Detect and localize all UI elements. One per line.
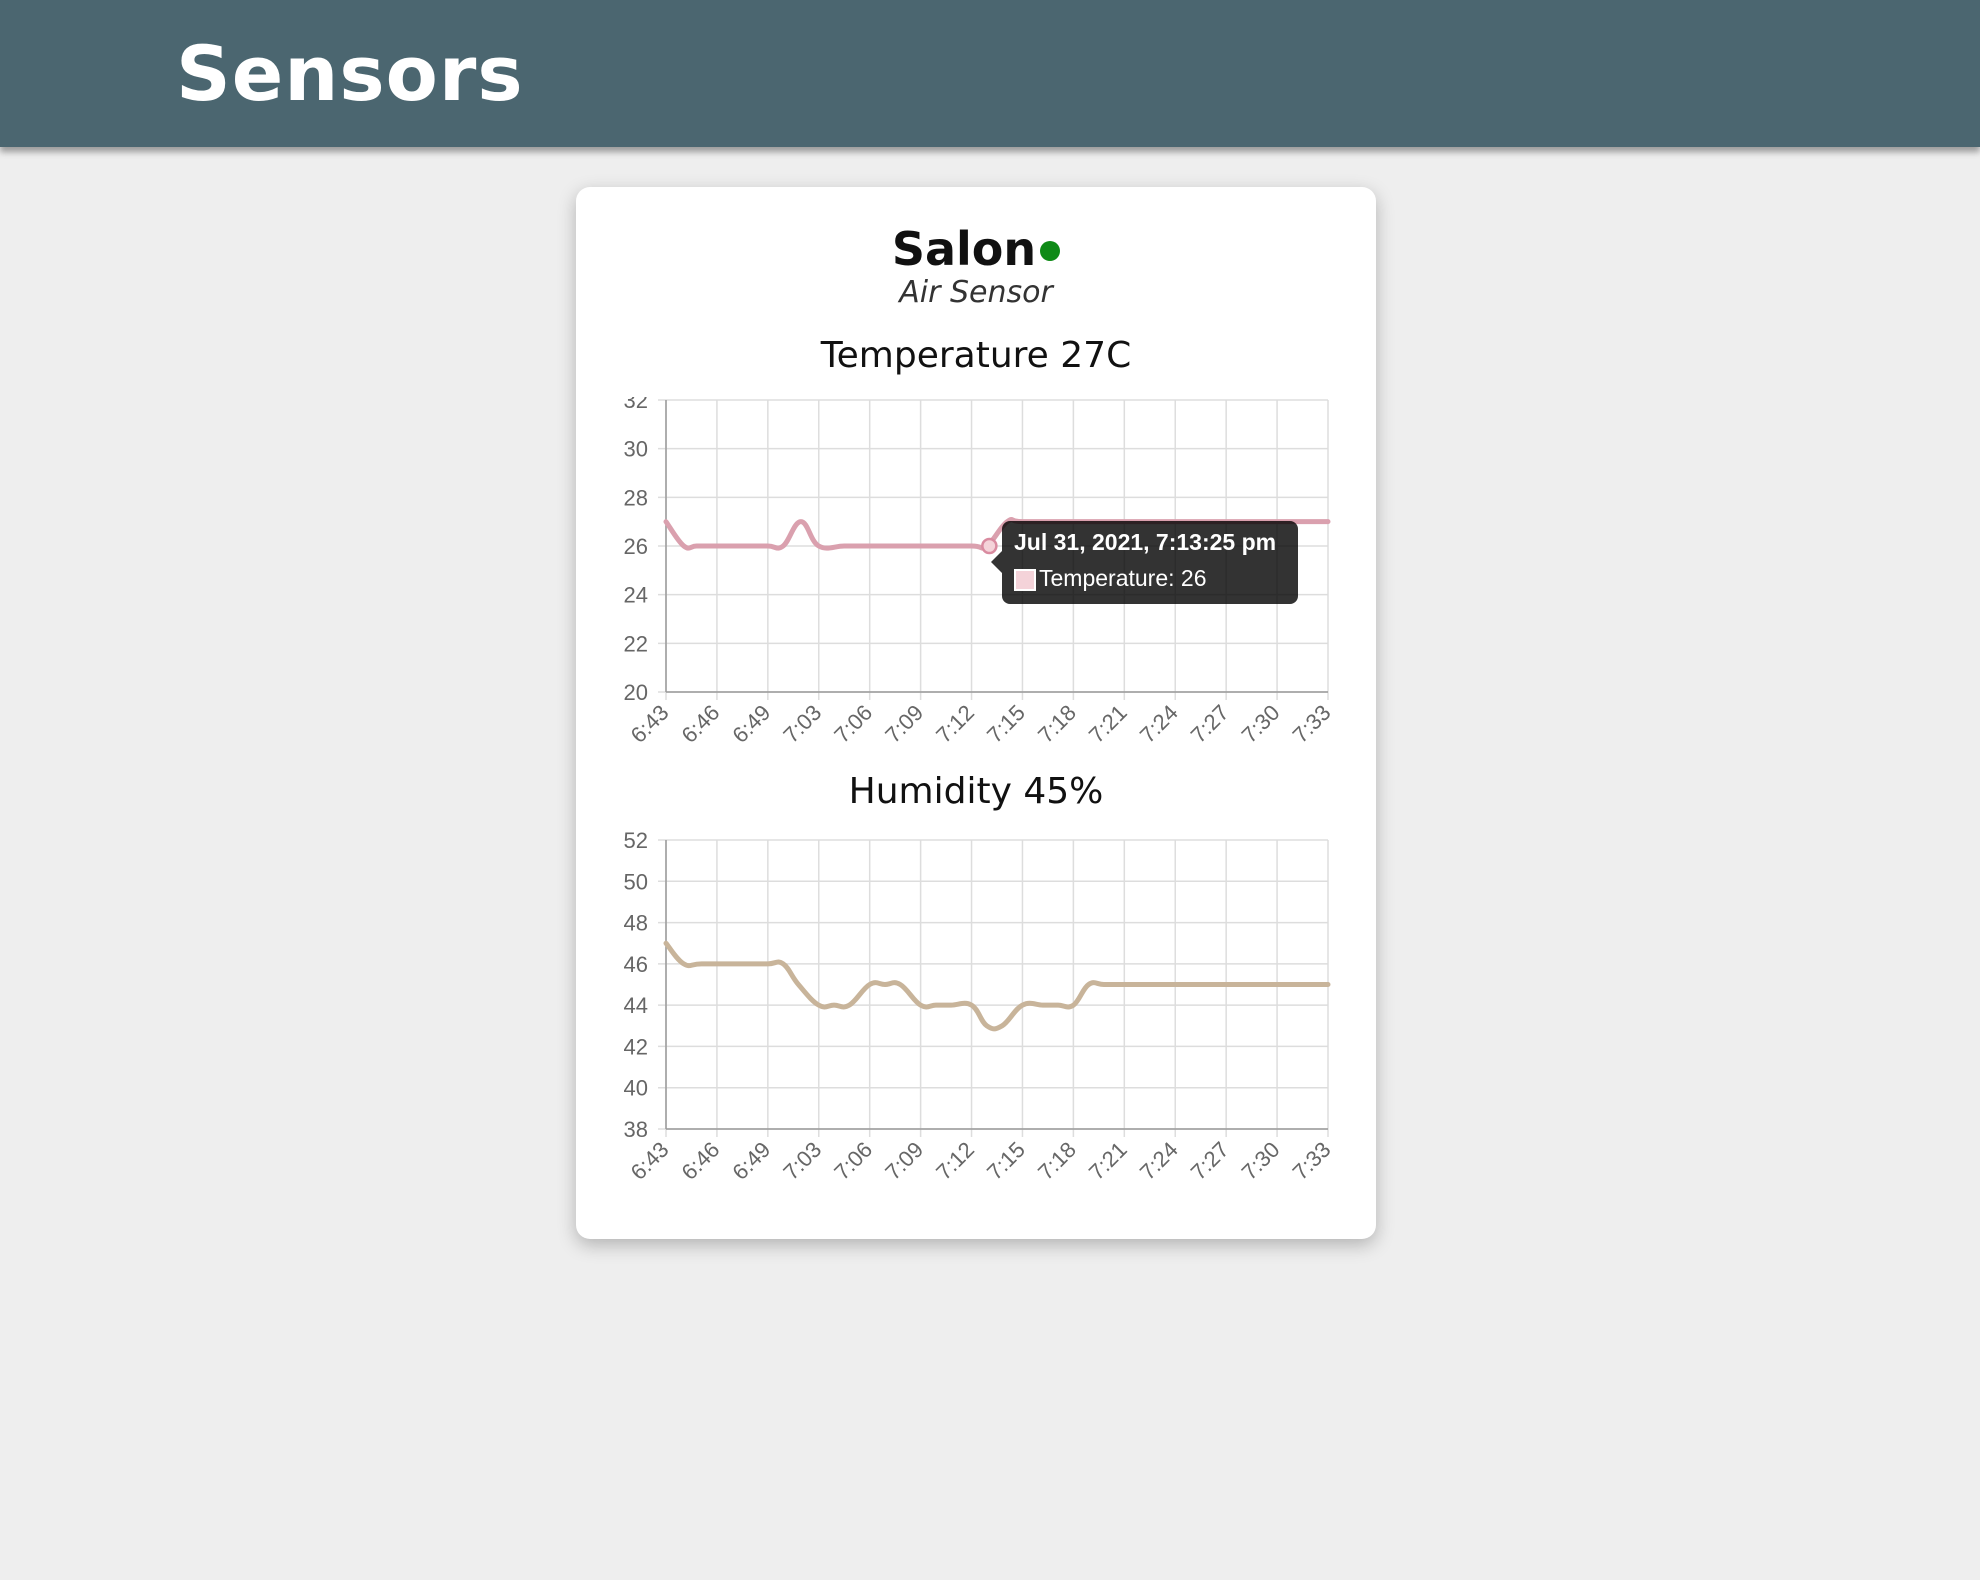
sensor-card: Salon Air Sensor Temperature 27C 20 22 24 2…	[576, 187, 1376, 1239]
online-dot-icon	[1040, 241, 1061, 261]
temperature-y-tick-label: 20	[624, 680, 648, 705]
temperature-x-tick-label: 7:21	[1084, 700, 1132, 748]
humidity-y-tick-label: 46	[624, 952, 648, 977]
humidity-series-line	[663, 940, 1331, 1032]
temperature-x-tick-label: 7:18	[1033, 700, 1081, 748]
humidity-y-tick-label: 44	[624, 993, 648, 1018]
humidity-x-tick-label: 7:03	[778, 1137, 826, 1185]
temperature-x-tick-label: 7:15	[982, 700, 1030, 748]
humidity-y-tick-label: 40	[624, 1076, 648, 1101]
tooltip-body: Temperature: 26	[1014, 565, 1206, 592]
tooltip-color-swatch	[1014, 569, 1036, 591]
humidity-x-tick-label: 6:46	[676, 1137, 724, 1185]
humidity-y-tick-label: 42	[624, 1034, 648, 1059]
temperature-y-tick-label: 26	[624, 534, 648, 559]
temperature-x-tick-label: 7:12	[931, 700, 979, 748]
sensor-name-row: Salon	[576, 219, 1376, 279]
humidity-x-tick-label: 7:15	[982, 1137, 1030, 1185]
temperature-x-tick-label: 6:49	[727, 700, 775, 748]
temperature-chart-title: Temperature 27C	[820, 335, 1132, 376]
humidity-x-tick-label: 6:49	[727, 1137, 775, 1185]
temperature-x-tick-label: 7:33	[1288, 700, 1336, 748]
humidity-y-tick-label: 50	[624, 869, 648, 894]
temperature-y-tick-label: 30	[624, 437, 648, 462]
temperature-y-tick-label: 32	[624, 397, 648, 413]
tooltip-caret	[991, 551, 1002, 573]
sensor-type: Air Sensor	[899, 275, 1053, 310]
humidity-x-tick-label: 7:33	[1288, 1137, 1336, 1185]
temperature-x-tick-label: 6:43	[626, 700, 674, 748]
app-title: Sensors	[176, 29, 524, 118]
humidity-y-tick-label: 48	[624, 911, 648, 936]
humidity-x-tick-label: 7:27	[1186, 1137, 1234, 1185]
temperature-x-tick-label: 7:06	[829, 700, 877, 748]
tooltip-title: Jul 31, 2021, 7:13:25 pm	[1014, 529, 1277, 555]
tooltip-label: Temperature: 26	[1039, 565, 1207, 591]
temperature-y-tick-label: 24	[624, 583, 648, 608]
humidity-x-tick-label: 7:24	[1135, 1137, 1183, 1185]
temperature-x-tick-label: 7:24	[1135, 700, 1183, 748]
temperature-x-tick-label: 7:09	[880, 700, 928, 748]
sensor-name: Salon	[891, 222, 1037, 276]
app-header: Sensors	[0, 0, 1980, 147]
humidity-x-tick-label: 7:18	[1033, 1137, 1081, 1185]
humidity-y-tick-label: 38	[624, 1117, 648, 1142]
temperature-y-tick-label: 28	[624, 485, 648, 510]
temperature-x-tick-label: 7:30	[1237, 700, 1285, 748]
humidity-chart-title: Humidity 45%	[848, 771, 1104, 812]
humidity-x-tick-label: 7:30	[1237, 1137, 1285, 1185]
temperature-x-tick-label: 7:27	[1186, 700, 1234, 748]
humidity-x-tick-label: 7:06	[829, 1137, 877, 1185]
humidity-x-tick-label: 6:43	[626, 1137, 674, 1185]
temperature-x-tick-label: 7:03	[778, 700, 826, 748]
humidity-x-tick-label: 7:12	[931, 1137, 979, 1185]
temperature-y-tick-label: 22	[624, 631, 648, 656]
humidity-y-tick-label: 52	[624, 832, 648, 853]
humidity-chart[interactable]: 38 40 42 44 46 48 50 52 6:43 6:46 6:49 7:03 7:06 7:09…	[576, 832, 1376, 1232]
chart-tooltip: Jul 31, 2021, 7:13:25 pm Temperature: 26	[991, 521, 1298, 604]
humidity-x-tick-label: 7:09	[880, 1137, 928, 1185]
humidity-x-tick-label: 7:21	[1084, 1137, 1132, 1185]
temperature-x-tick-label: 6:46	[676, 700, 724, 748]
